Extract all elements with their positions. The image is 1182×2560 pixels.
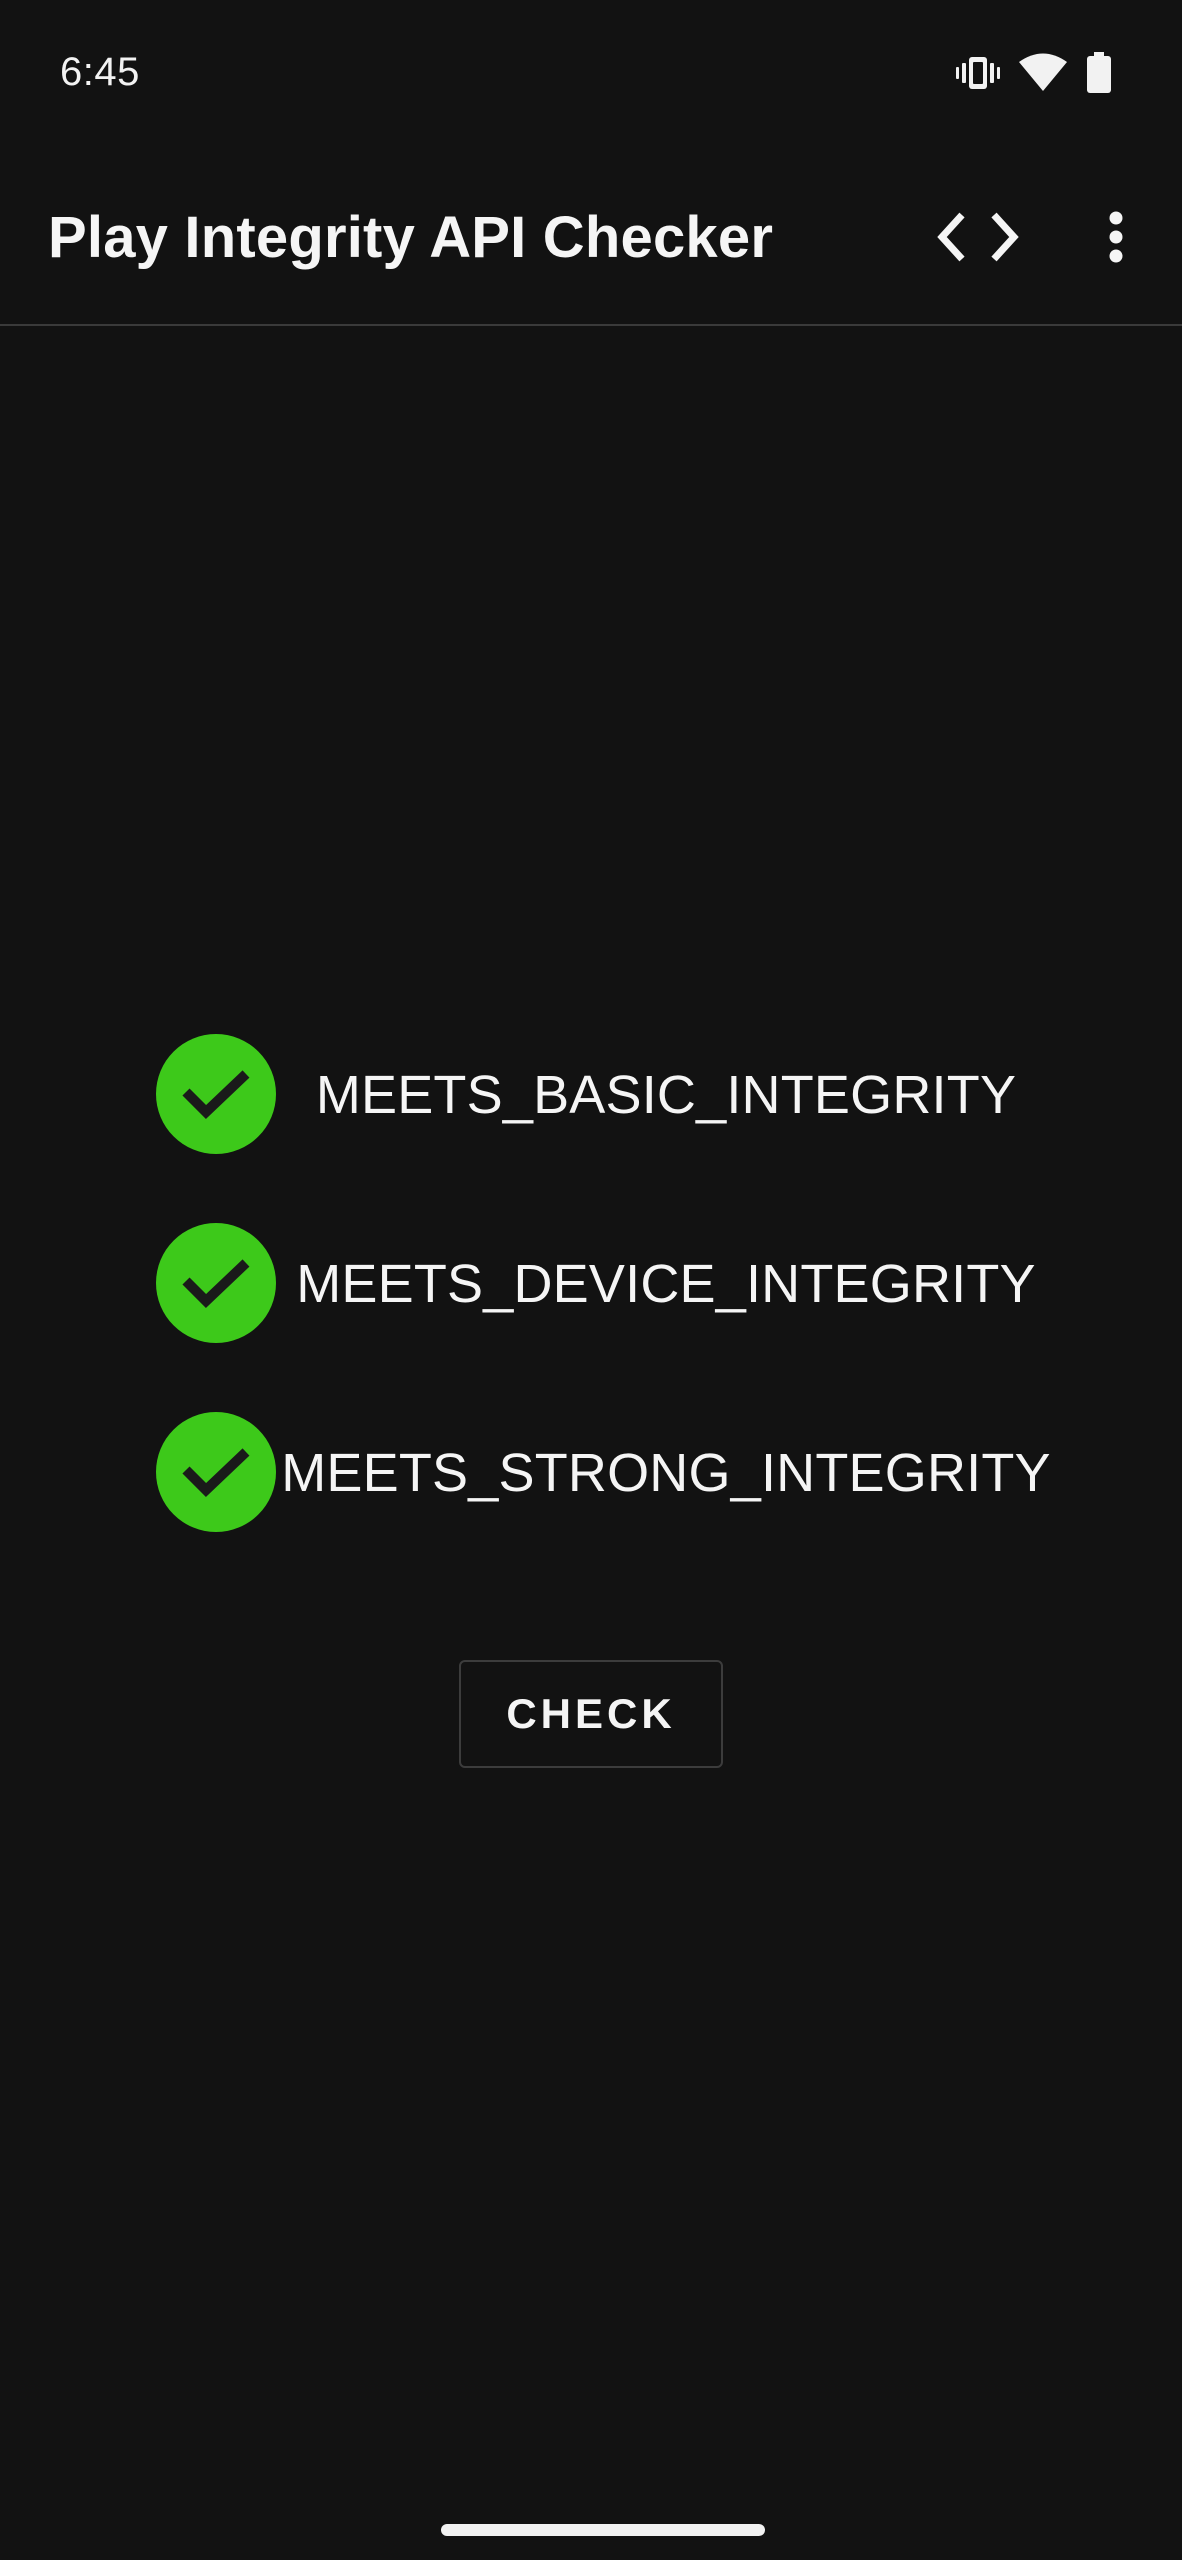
status-icons [956,52,1112,94]
check-circle-icon [156,1223,276,1343]
battery-icon [1086,52,1112,94]
home-indicator[interactable] [441,2524,765,2536]
result-label: MEETS_STRONG_INTEGRITY [281,1443,1051,1503]
result-label: MEETS_BASIC_INTEGRITY [315,1065,1017,1125]
result-label: MEETS_DEVICE_INTEGRITY [296,1254,1036,1314]
result-row-strong: MEETS_STRONG_INTEGRITY [0,1408,1182,1538]
more-vert-icon [1108,211,1124,268]
check-circle-icon [156,1034,276,1154]
overflow-menu-button[interactable] [1086,204,1146,274]
wifi-icon [1018,53,1068,93]
vibrate-icon [956,53,1000,93]
app-screen: 6:45 Play Integrity API Checker MEETS_BA… [0,0,1182,2560]
view-code-button[interactable] [928,204,1028,274]
code-icon [936,211,1020,268]
app-bar: Play Integrity API Checker [0,150,1182,326]
status-bar: 6:45 [0,0,1182,150]
result-row-basic: MEETS_BASIC_INTEGRITY [0,1030,1182,1160]
status-time: 6:45 [60,50,140,94]
result-row-device: MEETS_DEVICE_INTEGRITY [0,1219,1182,1349]
check-circle-icon [156,1412,276,1532]
page-title: Play Integrity API Checker [48,205,774,270]
check-button[interactable]: CHECK [459,1660,723,1768]
